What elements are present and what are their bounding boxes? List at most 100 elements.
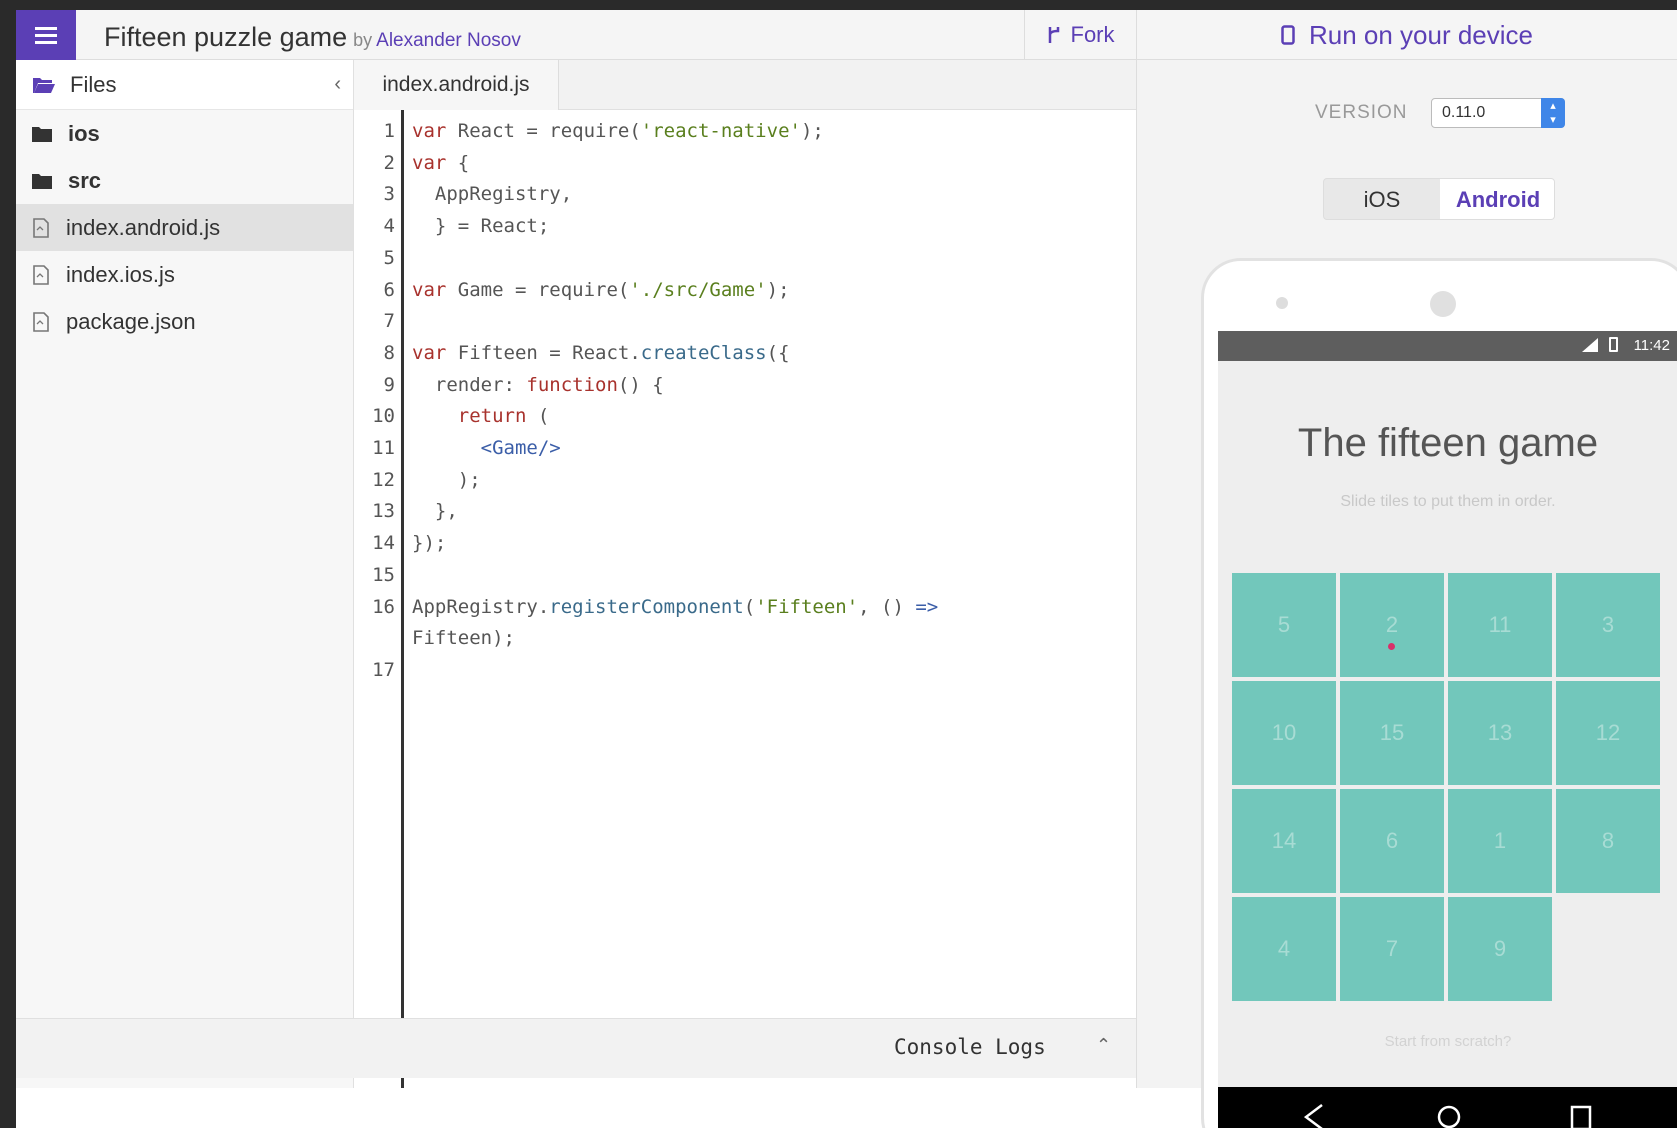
puzzle-tile[interactable]: 2 — [1340, 573, 1444, 677]
platform-ios[interactable]: iOS — [1324, 179, 1440, 219]
tile-number: 10 — [1271, 720, 1297, 745]
sidebar-item-label: index.ios.js — [66, 261, 175, 287]
version-select[interactable]: 0.11.0 ▴ ▾ — [1431, 98, 1565, 128]
battery-icon — [1609, 337, 1618, 352]
puzzle-tile[interactable]: 7 — [1340, 897, 1444, 1001]
tab-label: index.android.js — [382, 73, 530, 96]
code-line: Fifteen); — [412, 627, 515, 649]
tile-number: 11 — [1488, 612, 1512, 637]
puzzle-tile[interactable]: 14 — [1232, 789, 1336, 893]
line-number-gutter: 1 2 3 4 5 6 7 8 9 10 11 12 13 14 15 16 17 — [354, 110, 404, 1088]
platform-toggle: iOS Android — [1323, 178, 1555, 220]
puzzle-tile[interactable]: 13 — [1448, 681, 1552, 785]
code-token: var — [412, 120, 458, 142]
version-label: VERSION — [1315, 102, 1408, 123]
code-token: () { — [617, 373, 664, 396]
code-token: render: — [412, 373, 527, 396]
sidebar-item-package-json[interactable]: package.json — [16, 298, 353, 345]
console-logs-label[interactable]: Console Logs — [894, 1035, 1046, 1059]
code-token: => — [915, 595, 939, 618]
code-token: <Game/> — [480, 437, 561, 459]
top-bar: Fifteen puzzle game by Alexander Nosov For… — [16, 10, 1677, 60]
sidebar-item-label: package.json — [66, 308, 196, 334]
line-number: 1 — [383, 120, 395, 142]
puzzle-tile[interactable]: 4 — [1232, 897, 1336, 1001]
version-value: 0.11.0 — [1442, 104, 1486, 121]
device-screen[interactable]: 11:42 The fifteen game Slide tiles to pu… — [1218, 331, 1677, 1128]
line-number: 14 — [372, 532, 395, 555]
code-line: }, — [412, 500, 458, 522]
file-icon — [33, 217, 49, 238]
chevron-left-icon[interactable]: ‹ — [334, 73, 341, 96]
console-bar[interactable]: Console Logs ⌃ — [16, 1018, 1136, 1078]
code-token: ); — [800, 120, 824, 142]
start-from-scratch-link[interactable]: Start from scratch? — [1218, 1033, 1677, 1050]
author-link[interactable]: Alexander Nosov — [376, 30, 521, 51]
puzzle-tile[interactable]: 9 — [1448, 897, 1552, 1001]
sidebar-item-src[interactable]: src — [16, 157, 353, 204]
line-number: 15 — [372, 563, 395, 586]
line-number: 11 — [372, 437, 395, 459]
code-token: 'Fifteen' — [755, 595, 859, 618]
folder-open-icon — [33, 77, 55, 93]
code-token: './src/Game' — [629, 278, 767, 301]
code-token: return — [457, 405, 527, 428]
editor-tab-bar: index.android.js — [354, 60, 1136, 110]
tab-index-android[interactable]: index.android.js — [354, 60, 559, 110]
home-icon[interactable] — [1436, 1103, 1462, 1128]
hamburger-icon — [35, 27, 57, 44]
run-on-device-header[interactable]: Run on your device — [1136, 10, 1677, 60]
code-line: <Game/> — [412, 437, 561, 459]
line-number: 5 — [383, 246, 395, 269]
sidebar-item-label: index.android.js — [66, 214, 221, 240]
back-icon[interactable] — [1304, 1103, 1324, 1128]
tile-number: 13 — [1487, 720, 1513, 745]
app-title: The fifteen game — [1297, 421, 1599, 465]
code-token: } = React; — [412, 215, 550, 238]
tile-number: 2 — [1385, 612, 1399, 637]
code-area[interactable]: 1 2 3 4 5 6 7 8 9 10 11 12 13 14 15 16 17 var React = re… — [354, 110, 1136, 1088]
puzzle-tile[interactable]: 8 — [1556, 789, 1660, 893]
code-line: AppRegistry.registerComponent('Fifteen',… — [412, 596, 938, 618]
code-line: var Game = require('./src/Game'); — [412, 279, 790, 301]
puzzle-tile[interactable]: 10 — [1232, 681, 1336, 785]
code-token: ); — [412, 468, 481, 491]
puzzle-tile[interactable]: 15 — [1340, 681, 1444, 785]
sidebar-item-index-ios-js[interactable]: index.ios.js — [16, 251, 353, 298]
touch-indicator — [1388, 643, 1395, 650]
code-line: var { — [412, 152, 469, 174]
code-token: ({ — [766, 341, 790, 364]
project-title-block: Fifteen puzzle game by Alexander Nosov — [104, 22, 521, 53]
puzzle-tile[interactable]: 1 — [1448, 789, 1552, 893]
sidebar-item-index-android-js[interactable]: index.android.js — [16, 204, 353, 251]
platform-android[interactable]: Android — [1440, 179, 1554, 219]
code-token: var — [412, 151, 458, 174]
puzzle-tile[interactable]: 12 — [1556, 681, 1660, 785]
code-line: return ( — [412, 405, 550, 428]
android-device-frame: 11:42 The fifteen game Slide tiles to pu… — [1201, 258, 1677, 1128]
sidebar-item-label: ios — [68, 120, 100, 146]
line-number: 9 — [383, 373, 395, 396]
file-icon — [33, 264, 49, 285]
code-token: Fifteen); — [412, 627, 515, 650]
puzzle-tile[interactable]: 6 — [1340, 789, 1444, 893]
tile-number: 1 — [1493, 828, 1507, 853]
code-line: render: function() { — [412, 374, 664, 396]
chevron-up-icon[interactable]: ⌃ — [1096, 1035, 1111, 1056]
by-label: by — [353, 30, 373, 50]
puzzle-tile[interactable]: 11 — [1448, 573, 1552, 677]
fork-button[interactable]: Fork — [1024, 10, 1136, 60]
sidebar-item-ios[interactable]: ios — [16, 110, 353, 157]
line-number: 12 — [372, 468, 395, 491]
puzzle-tile[interactable]: 5 — [1232, 573, 1336, 677]
code-token: ( — [743, 595, 756, 618]
recents-icon[interactable] — [1570, 1105, 1592, 1128]
code-token: 'react-native' — [640, 120, 801, 142]
menu-button[interactable] — [16, 10, 76, 60]
tile-number: 12 — [1595, 720, 1621, 745]
puzzle-tile[interactable]: 3 — [1556, 573, 1660, 677]
select-arrows-icon: ▴ ▾ — [1541, 98, 1565, 128]
phone-icon — [1281, 25, 1295, 45]
